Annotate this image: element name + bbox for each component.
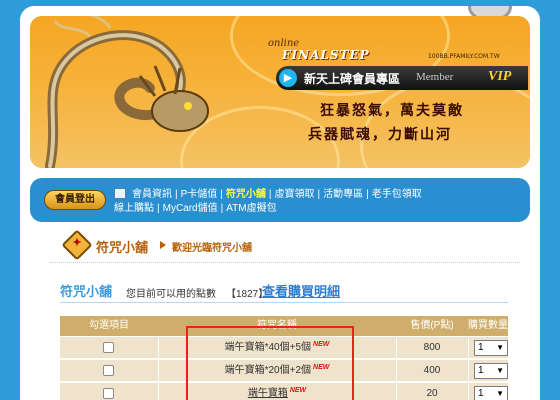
header-quantity: 購買數量 [468,320,508,331]
member-word: Member [416,71,454,83]
page-title: 符咒小舖 [60,284,113,299]
brand-logo-text: FINALSTEP [282,48,370,62]
row-checkbox[interactable] [103,342,114,353]
purchase-history-link[interactable]: 查看購買明細 [262,281,340,300]
nav-line-2: 線上購點 | MyCard儲值 | ATM虛擬包 [114,203,277,214]
quantity-select[interactable]: 1 ▼ [474,386,508,400]
slogan-line-1: 狂暴怒氣，萬夫莫敵 [320,103,464,119]
breadcrumb-subtitle: 歡迎光臨符咒小舖 [172,243,252,254]
breadcrumb-arrow-icon [160,241,166,249]
title-divider [60,302,508,303]
row-checkbox[interactable] [103,388,114,399]
nav-line-1: 會員資訊 | P卡儲值 | 符咒小舖 | 虛寶領取 | 活動專區 | 老手包領取 [132,189,422,200]
charm-glyph-icon: ✦ [72,237,82,249]
header-price: 售價(P點) [410,320,454,331]
arrow-right-icon: ▶ [279,69,297,87]
nav-item-atm-virtual[interactable]: ATM虛擬包 [226,203,276,214]
member-nav-bar: 會員登出 會員資訊 | P卡儲值 | 符咒小舖 | 虛寶領取 | 活動專區 | 老手包領取 線上購點… [30,178,530,222]
quantity-select[interactable]: 1 ▼ [474,363,508,379]
item-price: 20 [426,388,438,399]
quantity-select[interactable]: 1 ▼ [474,340,508,356]
nav-item-events[interactable]: 活動專區 [323,189,363,200]
breadcrumb-title: 符咒小舖 [96,240,149,255]
highlight-box [186,326,354,400]
dropdown-caret-icon: ▼ [496,366,504,375]
dropdown-caret-icon: ▼ [496,343,504,352]
member-area-title: 新天上碑會員專區 [304,72,401,86]
nav-item-buy-points[interactable]: 線上購點 [114,203,154,214]
row-checkbox[interactable] [103,365,114,376]
page-frame: online FINALSTEP 100BB.PFAMILY.COM.TW ▶ … [20,6,540,400]
breadcrumb: ✦ 符咒小舖 歡迎光臨符咒小舖 [61,229,516,262]
points-label: 您目前可以用的點數 [126,289,216,300]
header-select: 勾選項目 [89,320,129,331]
nav-item-veteran-pack[interactable]: 老手包領取 [372,189,422,200]
dragon-illustration [45,16,209,168]
header-banner: online FINALSTEP 100BB.PFAMILY.COM.TW ▶ … [30,16,530,168]
nav-item-mycard-topup[interactable]: MyCard儲值 [163,203,218,214]
item-price: 800 [423,342,441,353]
nav-item-virtual-claim[interactable]: 虛寶領取 [275,189,315,200]
site-url: 100BB.PFAMILY.COM.TW [428,53,500,60]
vip-label: VIP [488,69,512,84]
logout-button[interactable]: 會員登出 [44,190,106,210]
quantity-value: 1 [478,342,484,353]
member-card-icon [114,188,126,199]
slogan-line-2: 兵器賦魂，力斷山河 [308,127,452,143]
breadcrumb-divider [50,262,520,263]
quantity-value: 1 [478,365,484,376]
member-area-bar: ▶ 新天上碑會員專區 Member VIP [276,66,528,90]
item-price: 400 [423,365,441,376]
quantity-value: 1 [478,388,484,399]
dropdown-caret-icon: ▼ [496,389,504,398]
